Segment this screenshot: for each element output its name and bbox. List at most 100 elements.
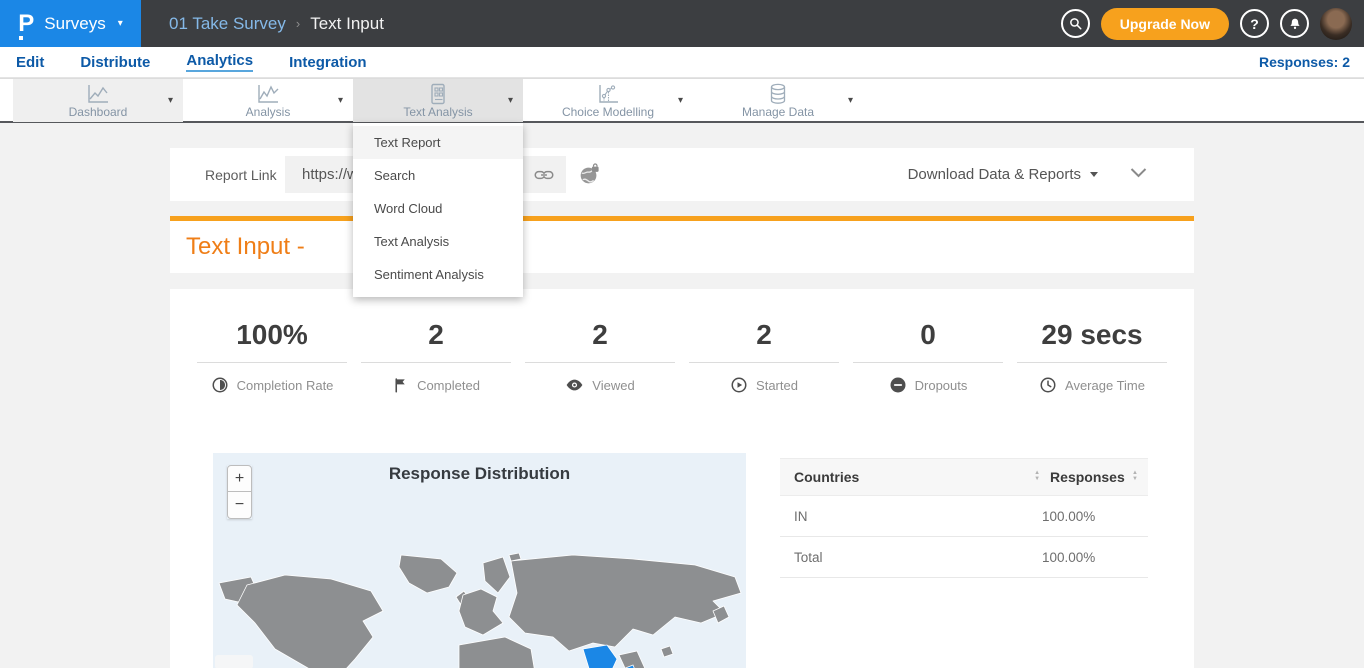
- user-avatar[interactable]: [1320, 8, 1352, 40]
- divider: [689, 362, 839, 363]
- tab-label: Dashboard: [13, 105, 183, 119]
- copy-link-icon[interactable]: [534, 168, 554, 182]
- map-zoom-in-button[interactable]: +: [227, 465, 252, 492]
- responses-cell: 100.00%: [1042, 550, 1148, 565]
- trend-chart-icon: [255, 82, 281, 106]
- breadcrumb-survey-link[interactable]: 01 Take Survey: [169, 14, 286, 34]
- menu-item-search[interactable]: Search: [353, 159, 523, 192]
- report-privacy-button[interactable]: [578, 163, 601, 186]
- chevron-down-icon[interactable]: ▾: [848, 95, 853, 106]
- stat-label: Completion Rate: [237, 378, 334, 393]
- stat-completion-rate: 100% Completion Rate: [190, 319, 354, 394]
- text-report-icon: [425, 82, 451, 106]
- map-attribution: [215, 655, 253, 668]
- clock-icon: [1039, 376, 1057, 394]
- analytics-ribbon: Dashboard ▾ Analysis ▾ Text Analysis ▾: [0, 78, 1364, 123]
- collapse-panel-chevron-icon[interactable]: [1130, 167, 1147, 178]
- tab-label: Text Analysis: [353, 105, 523, 119]
- chevron-down-icon[interactable]: ▾: [508, 95, 513, 106]
- bell-icon: [1288, 17, 1302, 31]
- menu-item-word-cloud[interactable]: Word Cloud: [353, 192, 523, 225]
- notifications-button[interactable]: [1280, 9, 1309, 38]
- breadcrumb-current-page: Text Input: [310, 14, 384, 34]
- world-map-graphic: [213, 553, 746, 668]
- nav-item-integration[interactable]: Integration: [289, 54, 367, 71]
- divider: [361, 362, 511, 363]
- stat-label: Dropouts: [915, 378, 968, 393]
- tab-text-analysis[interactable]: Text Analysis ▾: [353, 79, 523, 122]
- column-header-responses[interactable]: Responses: [1050, 469, 1128, 485]
- nav-item-distribute[interactable]: Distribute: [80, 54, 150, 71]
- stat-value: 0: [846, 319, 1010, 351]
- question-title: Text Input -: [170, 221, 1194, 273]
- top-header-bar: P Surveys ▾ 01 Take Survey › Text Input …: [0, 0, 1364, 47]
- help-button[interactable]: ?: [1240, 9, 1269, 38]
- stat-completed: 2 Completed: [354, 319, 518, 394]
- divider: [1017, 362, 1167, 363]
- flag-icon: [392, 376, 409, 394]
- breadcrumb-separator-icon: ›: [296, 16, 300, 31]
- tab-choice-modelling[interactable]: Choice Modelling ▾: [523, 79, 693, 122]
- minus-circle-icon: [889, 376, 907, 394]
- table-row: IN 100.00%: [780, 496, 1148, 537]
- stat-label: Completed: [417, 378, 480, 393]
- play-circle-icon: [730, 376, 748, 394]
- menu-item-text-analysis[interactable]: Text Analysis: [353, 225, 523, 258]
- menu-item-text-report[interactable]: Text Report: [353, 126, 523, 159]
- stat-average-time: 29 secs Average Time: [1010, 319, 1174, 394]
- nav-item-analytics[interactable]: Analytics: [186, 52, 253, 72]
- tab-dashboard[interactable]: Dashboard ▾: [13, 79, 183, 122]
- countries-table: Countries ▲▼ Responses ▲▼ IN 100.00% Tot…: [780, 458, 1148, 578]
- product-switcher[interactable]: P Surveys ▾: [0, 0, 141, 47]
- chevron-down-icon: ▾: [118, 18, 123, 29]
- text-analysis-dropdown-menu: Text Report Search Word Cloud Text Analy…: [353, 123, 523, 297]
- chevron-down-icon[interactable]: ▾: [168, 95, 173, 106]
- analytics-summary-card: 100% Completion Rate 2 Completed: [170, 289, 1194, 668]
- sort-icon[interactable]: ▲▼: [1034, 471, 1040, 482]
- survey-stats-row: 100% Completion Rate 2 Completed: [190, 319, 1174, 394]
- responses-count[interactable]: Responses: 2: [1259, 54, 1350, 70]
- eye-icon: [565, 376, 584, 394]
- brand-logo-icon: P: [18, 12, 34, 36]
- completion-rate-icon: [211, 376, 229, 394]
- stat-value: 2: [682, 319, 846, 351]
- upgrade-now-button[interactable]: Upgrade Now: [1101, 8, 1229, 40]
- product-name: Surveys: [44, 14, 105, 34]
- database-icon: [765, 82, 791, 106]
- stat-started: 2 Started: [682, 319, 846, 394]
- breadcrumb: 01 Take Survey › Text Input: [169, 14, 384, 34]
- stat-value: 29 secs: [1010, 319, 1174, 351]
- column-header-countries[interactable]: Countries: [780, 469, 1030, 485]
- search-button[interactable]: [1061, 9, 1090, 38]
- globe-lock-icon: [578, 163, 601, 186]
- responses-cell: 100.00%: [1042, 509, 1148, 524]
- stat-viewed: 2 Viewed: [518, 319, 682, 394]
- tab-analysis[interactable]: Analysis ▾: [183, 79, 353, 122]
- table-row-total: Total 100.00%: [780, 537, 1148, 578]
- stat-label: Viewed: [592, 378, 634, 393]
- download-data-reports-label: Download Data & Reports: [908, 166, 1081, 183]
- menu-item-sentiment-analysis[interactable]: Sentiment Analysis: [353, 258, 523, 291]
- tab-label: Analysis: [183, 105, 353, 119]
- tab-label: Manage Data: [693, 105, 863, 119]
- report-link-label: Report Link: [205, 148, 277, 201]
- stat-value: 100%: [190, 319, 354, 351]
- map-zoom-out-button[interactable]: −: [227, 492, 252, 519]
- chevron-down-icon[interactable]: ▾: [338, 95, 343, 106]
- stat-label: Started: [756, 378, 798, 393]
- table-header-row: Countries ▲▼ Responses ▲▼: [780, 458, 1148, 496]
- response-distribution-map[interactable]: Response Distribution + −: [213, 453, 746, 668]
- country-cell: IN: [780, 509, 1042, 524]
- search-icon: [1068, 16, 1083, 31]
- map-title: Response Distribution: [213, 464, 746, 484]
- nav-item-edit[interactable]: Edit: [16, 54, 44, 71]
- divider: [853, 362, 1003, 363]
- sort-icon[interactable]: ▲▼: [1132, 471, 1138, 482]
- caret-down-icon: [1090, 172, 1098, 177]
- download-data-reports-menu[interactable]: Download Data & Reports: [908, 148, 1098, 201]
- chevron-down-icon[interactable]: ▾: [678, 95, 683, 106]
- tab-manage-data[interactable]: Manage Data ▾: [693, 79, 863, 122]
- header-actions: Upgrade Now ?: [1061, 0, 1352, 47]
- question-title-card: Text Input -: [170, 221, 1194, 273]
- question-mark-icon: ?: [1250, 16, 1259, 32]
